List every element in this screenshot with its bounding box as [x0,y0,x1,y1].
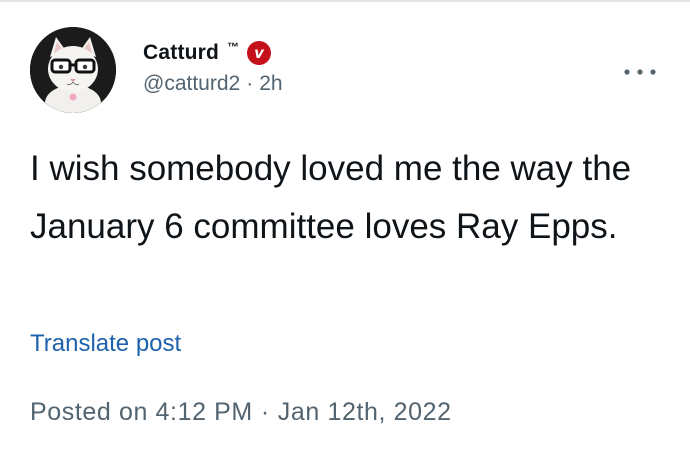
posted-time[interactable]: 4:12 PM [156,398,253,426]
post-text: I wish somebody loved me the way the Jan… [30,149,632,246]
posted-prefix: Posted on [30,398,148,426]
display-name[interactable]: Catturd [143,41,219,65]
meta-separator: · [246,72,254,95]
posted-date[interactable]: Jan 12th, 2022 [278,398,452,426]
author-handle[interactable]: @catturd2 [143,72,240,96]
relative-timestamp[interactable]: 2h [259,72,282,96]
trademark-symbol: ™ [227,40,240,54]
footer-separator: · [260,398,270,426]
more-options-button[interactable] [620,60,660,84]
more-horizontal-icon [624,69,656,75]
post-timestamp-footer: Posted on 4:12 PM · Jan 12th, 2022 [30,398,452,427]
post-card: Catturd ™ v @catturd2 · 2h I wish somebo… [0,0,690,460]
verified-badge-glyph: v [254,44,264,62]
avatar[interactable] [30,27,116,113]
verified-badge-icon: v [247,41,272,65]
author-block: Catturd ™ v @catturd2 · 2h [143,38,283,96]
translate-post-link[interactable]: Translate post [30,330,181,358]
cat-avatar-icon [30,27,116,113]
author-meta-row: @catturd2 · 2h [143,72,283,96]
author-name-row: Catturd ™ v [143,38,283,68]
